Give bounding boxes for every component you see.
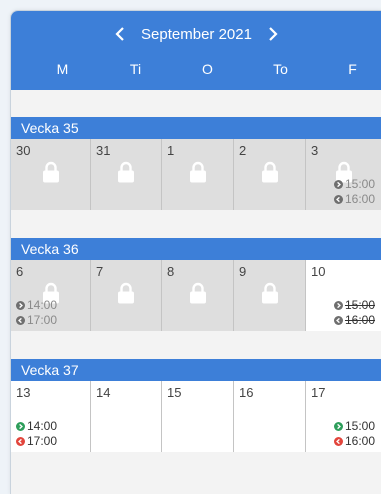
start-time: 14:00 <box>27 298 58 312</box>
day-number: 13 <box>16 385 31 400</box>
arrow-left-circle-icon <box>333 195 343 204</box>
month-navigation: September 2021 <box>11 21 381 47</box>
weekday-row: M Ti O To F <box>11 61 381 81</box>
day-number: 6 <box>16 264 24 279</box>
day-cell[interactable]: 13 14:00 17:00 <box>11 381 91 452</box>
day-number: 14 <box>96 385 111 400</box>
day-cell: 6 14:00 17:00 <box>11 260 91 331</box>
arrow-right-circle-icon <box>333 422 343 431</box>
day-number: 31 <box>96 143 111 158</box>
start-time-row: 15:00 <box>333 298 375 313</box>
week-header: Vecka 36 <box>11 238 381 260</box>
end-time: 16:00 <box>344 434 375 448</box>
end-time-row: 17:00 <box>16 434 57 449</box>
weekday-mon: M <box>56 61 69 77</box>
day-cell[interactable]: 17 15:00 16:00 <box>306 381 381 452</box>
start-time-row: 14:00 <box>16 419 57 434</box>
start-time: 15:00 <box>344 298 375 312</box>
week-label: Vecka 35 <box>21 120 79 136</box>
day-cell: 9 <box>234 260 306 331</box>
lock-icon <box>261 282 278 304</box>
time-slots: 15:00 16:00 <box>333 177 375 207</box>
calendar-header: September 2021 M Ti O To F <box>11 11 381 90</box>
week-label: Vecka 36 <box>21 241 79 257</box>
lock-icon <box>189 282 206 304</box>
time-slots: 15:00 16:00 <box>333 419 375 449</box>
arrow-right-circle-icon <box>16 301 25 310</box>
month-title: September 2021 <box>141 25 252 43</box>
day-cell[interactable]: 10 15:00 16:00 <box>306 260 381 331</box>
lock-icon <box>42 161 59 183</box>
day-number: 7 <box>96 264 104 279</box>
start-time-row: 15:00 <box>333 177 375 192</box>
chevron-right-icon <box>269 27 278 41</box>
time-slots: 14:00 17:00 <box>16 419 57 449</box>
lock-icon <box>118 282 134 304</box>
week-grid: 30 31 1 2 3 15:00 16:00 <box>11 139 381 210</box>
chevron-left-icon <box>115 27 124 41</box>
start-time: 15:00 <box>344 177 375 191</box>
start-time: 14:00 <box>27 419 58 433</box>
day-number: 15 <box>167 385 182 400</box>
day-cell: 7 <box>91 260 162 331</box>
day-number: 3 <box>311 143 319 158</box>
end-time: 17:00 <box>27 434 58 448</box>
arrow-left-circle-icon <box>16 437 25 446</box>
arrow-right-circle-icon <box>333 180 343 189</box>
week-label: Vecka 37 <box>21 362 79 378</box>
end-time-row: 16:00 <box>333 313 375 328</box>
day-number: 1 <box>167 143 175 158</box>
week-header: Vecka 37 <box>11 359 381 381</box>
next-month-button[interactable] <box>258 21 288 47</box>
arrow-left-circle-icon <box>16 316 25 325</box>
start-time-row: 14:00 <box>16 298 57 313</box>
arrow-right-circle-icon <box>333 301 343 310</box>
day-cell[interactable]: 15 <box>162 381 234 452</box>
time-slots: 14:00 17:00 <box>16 298 57 328</box>
day-cell[interactable]: 16 <box>234 381 306 452</box>
time-slots: 15:00 16:00 <box>333 298 375 328</box>
end-time: 16:00 <box>344 313 375 327</box>
weekday-tue: Ti <box>129 61 142 77</box>
day-number: 2 <box>239 143 247 158</box>
weekday-wed: O <box>202 61 213 77</box>
day-cell: 2 <box>234 139 306 210</box>
day-number: 10 <box>311 264 326 279</box>
day-number: 17 <box>311 385 326 400</box>
day-number: 16 <box>239 385 254 400</box>
lock-icon <box>189 161 206 183</box>
lock-icon <box>118 161 134 183</box>
day-cell: 8 <box>162 260 234 331</box>
weekday-thu: To <box>273 61 288 77</box>
day-number: 9 <box>239 264 247 279</box>
start-time: 15:00 <box>344 419 375 433</box>
end-time-row: 17:00 <box>16 313 57 328</box>
prev-month-button[interactable] <box>105 21 135 47</box>
week-grid: 13 14:00 17:00 14 15 16 17 15:00 16:00 <box>11 381 381 452</box>
arrow-left-circle-icon <box>333 316 343 325</box>
day-cell: 1 <box>162 139 234 210</box>
day-cell: 31 <box>91 139 162 210</box>
arrow-right-circle-icon <box>16 422 25 431</box>
start-time-row: 15:00 <box>333 419 375 434</box>
arrow-left-circle-icon <box>333 437 343 446</box>
day-number: 30 <box>16 143 31 158</box>
end-time-row: 16:00 <box>333 434 375 449</box>
day-number: 8 <box>167 264 175 279</box>
week-header: Vecka 35 <box>11 117 381 139</box>
week-grid: 6 14:00 17:00 7 8 9 10 15:00 16:00 <box>11 260 381 331</box>
day-cell: 30 <box>11 139 91 210</box>
weekday-fri: F <box>348 61 357 77</box>
calendar: September 2021 M Ti O To F Vecka 35 30 31 1… <box>10 10 381 494</box>
end-time: 16:00 <box>344 192 375 206</box>
lock-icon <box>261 161 278 183</box>
day-cell: 3 15:00 16:00 <box>306 139 381 210</box>
end-time: 17:00 <box>27 313 58 327</box>
day-cell[interactable]: 14 <box>91 381 162 452</box>
end-time-row: 16:00 <box>333 192 375 207</box>
